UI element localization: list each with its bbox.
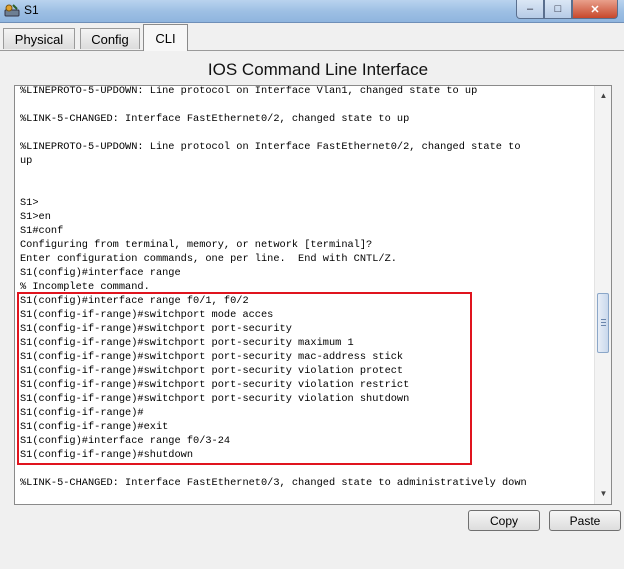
close-button[interactable]: ✕ [572, 0, 618, 19]
console-line: S1(config)#interface range [20, 267, 181, 279]
copy-button[interactable]: Copy [468, 510, 540, 531]
cli-heading: IOS Command Line Interface [207, 60, 429, 79]
maximize-button[interactable]: □ [544, 0, 572, 19]
tab-physical[interactable]: Physical [3, 28, 75, 49]
scroll-down-icon[interactable]: ▼ [597, 487, 610, 500]
console-line: %LINK-5-CHANGED: Interface FastEthernet0… [20, 477, 527, 489]
tab-bar: Physical Config CLI [0, 24, 624, 51]
console-line: %LINK-5-CHANGED: Interface FastEthernet0… [20, 113, 410, 125]
console-line: %LINEPROTO-5-UPDOWN: Line protocol on In… [20, 85, 478, 97]
console-line: up [20, 155, 33, 167]
console-line: Enter configuration commands, one per li… [20, 253, 397, 265]
console-line: S1> [20, 197, 39, 209]
tab-cli[interactable]: CLI [143, 24, 188, 51]
console-line: S1#conf [20, 225, 64, 237]
title-bar: S1 – □ ✕ [0, 0, 624, 23]
console-line: Configuring from terminal, memory, or ne… [20, 239, 373, 251]
console-output[interactable]: %LINEPROTO-5-UPDOWN: Line protocol on In… [14, 85, 612, 505]
console-line: S1>en [20, 211, 51, 223]
highlight-box [17, 292, 472, 465]
window-title: S1 [24, 3, 39, 17]
tab-config[interactable]: Config [80, 28, 140, 49]
scrollbar-thumb[interactable] [597, 293, 609, 353]
cli-panel: IOS Command Line Interface %LINEPROTO-5-… [0, 51, 624, 569]
console-line: %LINEPROTO-5-UPDOWN: Line protocol on In… [20, 141, 521, 153]
console-scrollbar[interactable]: ▲ ▼ [594, 86, 611, 504]
paste-button[interactable]: Paste [549, 510, 621, 531]
minimize-button[interactable]: – [516, 0, 544, 19]
scroll-up-icon[interactable]: ▲ [597, 89, 610, 102]
router-icon [4, 4, 20, 17]
